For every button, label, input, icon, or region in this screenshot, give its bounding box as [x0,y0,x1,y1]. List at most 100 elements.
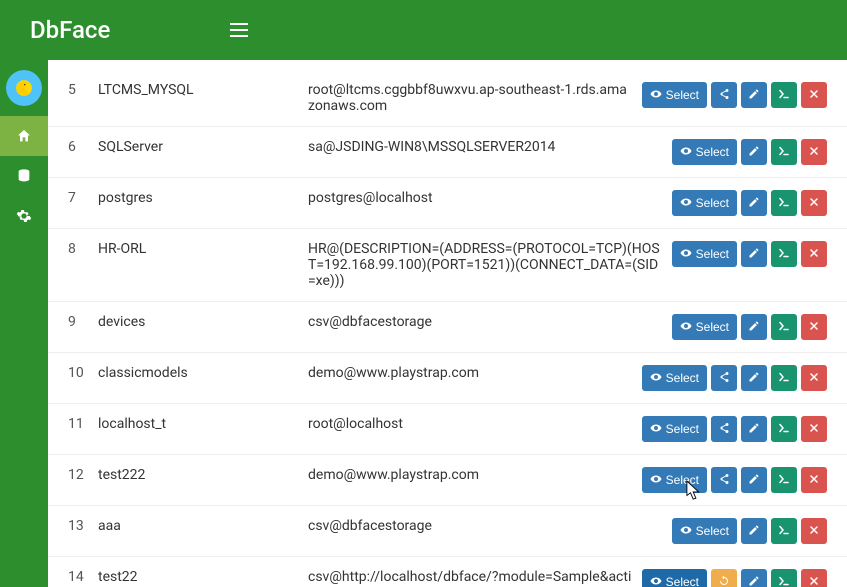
terminal-icon [778,320,790,335]
edit-icon [748,88,760,103]
eye-icon [650,473,662,488]
select-button[interactable]: Select [672,139,737,165]
row-index: 13 [68,518,98,534]
terminal-button[interactable] [771,241,797,267]
close-icon [808,371,820,386]
terminal-button[interactable] [771,82,797,108]
row-actions: Select [672,190,827,216]
row-actions: Select [642,82,827,108]
terminal-button[interactable] [771,190,797,216]
select-button[interactable]: Select [642,569,707,587]
connection-table: 5 LTCMS_MYSQL root@ltcms.cggbbf8uwxvu.ap… [48,60,847,587]
terminal-icon [778,473,790,488]
terminal-button[interactable] [771,518,797,544]
share-icon [718,371,730,386]
terminal-button[interactable] [771,139,797,165]
delete-button[interactable] [801,365,827,391]
edit-button[interactable] [741,365,767,391]
share-button[interactable] [711,467,737,493]
edit-button[interactable] [741,467,767,493]
terminal-button[interactable] [771,314,797,340]
edit-button[interactable] [741,314,767,340]
sidebar-item-home[interactable] [0,116,48,156]
edit-button[interactable] [741,416,767,442]
select-button[interactable]: Select [642,467,707,493]
terminal-icon [778,145,790,160]
row-index: 9 [68,314,98,330]
refresh-icon [718,575,730,587]
share-button[interactable] [711,365,737,391]
edit-button[interactable] [741,518,767,544]
table-row: 6 SQLServer sa@JSDING-WIN8\MSSQLSERVER20… [48,127,847,178]
terminal-button[interactable] [771,467,797,493]
delete-button[interactable] [801,416,827,442]
menu-toggle-button[interactable] [230,23,248,37]
table-row: 10 classicmodels demo@www.playstrap.com … [48,353,847,404]
refresh-button[interactable] [711,569,737,587]
terminal-button[interactable] [771,569,797,587]
edit-button[interactable] [741,190,767,216]
connection-name: localhost_t [98,416,308,432]
row-index: 8 [68,241,98,257]
eye-icon [650,371,662,386]
delete-button[interactable] [801,569,827,587]
select-button[interactable]: Select [672,241,737,267]
connection-name: aaa [98,518,308,534]
delete-button[interactable] [801,190,827,216]
row-index: 5 [68,82,98,98]
user-avatar[interactable] [6,70,42,106]
edit-icon [748,371,760,386]
eye-icon [650,575,662,587]
connection-string: root@ltcms.cggbbf8uwxvu.ap-southeast-1.r… [308,82,642,114]
terminal-icon [778,422,790,437]
sidebar-item-settings[interactable] [0,196,48,236]
delete-button[interactable] [801,241,827,267]
delete-button[interactable] [801,82,827,108]
eye-icon [680,145,692,160]
row-index: 14 [68,569,98,585]
share-button[interactable] [711,82,737,108]
edit-icon [748,320,760,335]
close-icon [808,320,820,335]
brand-label: DbFace [30,16,110,44]
select-button[interactable]: Select [642,82,707,108]
connection-name: test222 [98,467,308,483]
sidebar-item-database[interactable] [0,156,48,196]
select-button[interactable]: Select [672,190,737,216]
close-icon [808,247,820,262]
terminal-icon [778,247,790,262]
eye-icon [680,247,692,262]
delete-button[interactable] [801,314,827,340]
select-button[interactable]: Select [672,314,737,340]
share-icon [718,473,730,488]
terminal-button[interactable] [771,416,797,442]
connection-string: sa@JSDING-WIN8\MSSQLSERVER2014 [308,139,672,155]
edit-button[interactable] [741,241,767,267]
connection-string: postgres@localhost [308,190,672,206]
close-icon [808,575,820,587]
delete-button[interactable] [801,139,827,165]
edit-button[interactable] [741,139,767,165]
select-button[interactable]: Select [642,365,707,391]
eye-icon [680,524,692,539]
row-actions: Select [642,416,827,442]
delete-button[interactable] [801,518,827,544]
connection-string: HR@(DESCRIPTION=(ADDRESS=(PROTOCOL=TCP)(… [308,241,672,289]
pacman-icon [16,80,32,96]
edit-button[interactable] [741,82,767,108]
edit-icon [748,473,760,488]
edit-icon [748,422,760,437]
terminal-button[interactable] [771,365,797,391]
eye-icon [680,320,692,335]
sidebar [0,60,48,587]
row-actions: Select [642,569,827,587]
select-button[interactable]: Select [672,518,737,544]
app-header: DbFace [0,0,847,60]
share-button[interactable] [711,416,737,442]
eye-icon [650,422,662,437]
select-button[interactable]: Select [642,416,707,442]
terminal-icon [778,88,790,103]
edit-button[interactable] [741,569,767,587]
edit-icon [748,247,760,262]
delete-button[interactable] [801,467,827,493]
